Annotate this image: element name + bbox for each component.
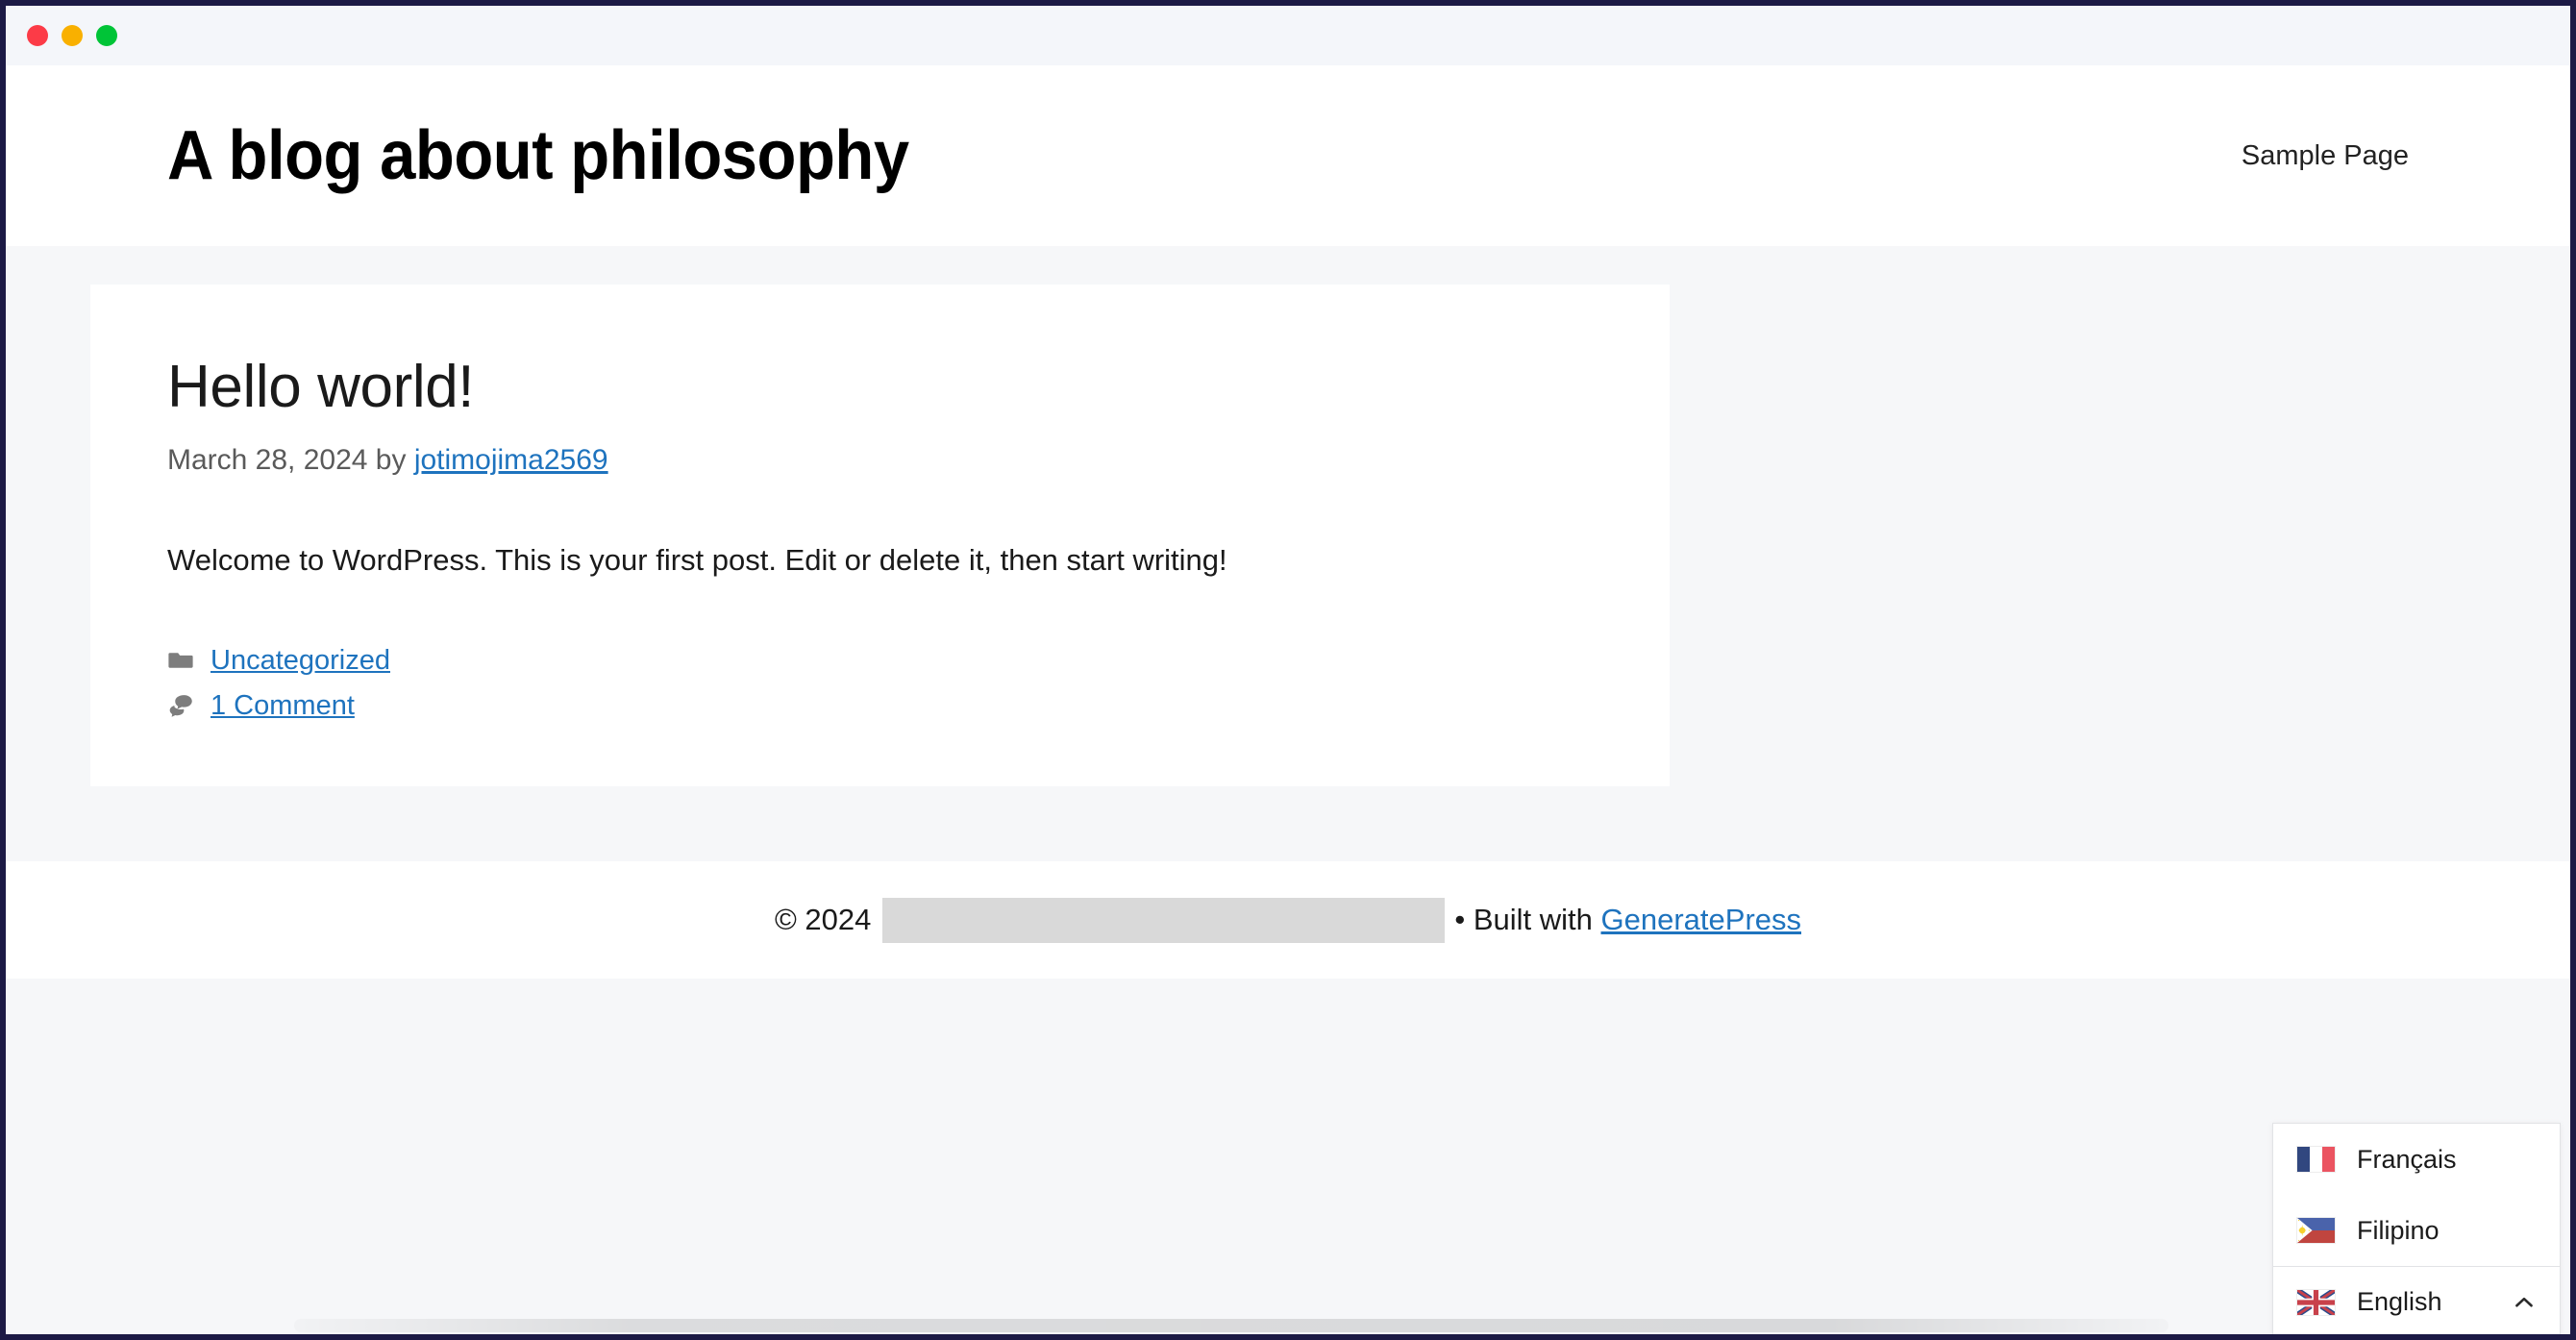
post-comments-link[interactable]: 1 Comment [211,688,355,723]
language-option-filipino[interactable]: Filipino [2273,1195,2560,1266]
post-author-link[interactable]: jotimojima2569 [414,444,608,476]
site-footer: © 2024 • Built with GeneratePress [6,861,2570,979]
post-body-text: Welcome to WordPress. This is your first… [167,543,1227,578]
post-date: March 28, 2024 [167,444,368,477]
language-option-label: Filipino [2357,1215,2440,1245]
post-title: Hello world! [167,354,475,420]
footer-inner: © 2024 • Built with GeneratePress [774,897,1802,943]
post-by-label: by [367,444,414,477]
flag-united-kingdom-icon [2296,1288,2336,1316]
nav-item-sample-page[interactable]: Sample Page [2242,139,2409,173]
language-option-label: English [2357,1287,2442,1317]
redacted-site-name-block [882,897,1446,943]
site-title[interactable]: A blog about philosophy [167,121,909,190]
horizontal-scrollbar[interactable] [294,1319,2168,1332]
flag-france-icon [2296,1146,2336,1173]
post-category-row: Uncategorized [167,643,1593,678]
window-titlebar [6,6,2570,65]
language-option-english-current[interactable]: English [2273,1266,2560,1334]
primary-navigation: Sample Page [2242,139,2409,173]
language-option-label: Français [2357,1144,2457,1174]
copyright-text: © 2024 [774,903,872,936]
language-switcher[interactable]: Français Filipino English [2272,1123,2561,1334]
flag-philippines-icon [2296,1217,2336,1244]
content-area: Hello world! March 28, 2024 by jotimojim… [6,246,2570,823]
comments-icon [167,692,194,719]
generatepress-link[interactable]: GeneratePress [1601,903,1802,937]
chevron-up-icon[interactable] [2512,1290,2537,1315]
post-comments-row: 1 Comment [167,688,1593,723]
built-with-label: • Built with [1454,903,1601,936]
maximize-window-button[interactable] [96,25,117,46]
post-category-link[interactable]: Uncategorized [211,643,390,678]
minimize-window-button[interactable] [62,25,83,46]
page-viewport: A blog about philosophy Sample Page Hell… [6,65,2570,1334]
site-header: A blog about philosophy Sample Page [6,65,2570,246]
language-option-francais[interactable]: Français [2273,1124,2560,1195]
post-card: Hello world! March 28, 2024 by jotimojim… [90,285,1670,787]
browser-window: A blog about philosophy Sample Page Hell… [0,0,2576,1340]
close-window-button[interactable] [27,25,48,46]
post-meta: March 28, 2024 by jotimojima2569 [167,441,1593,479]
post-entry-meta: Uncategorized 1 Comment [167,643,1593,724]
folder-icon [167,647,194,674]
